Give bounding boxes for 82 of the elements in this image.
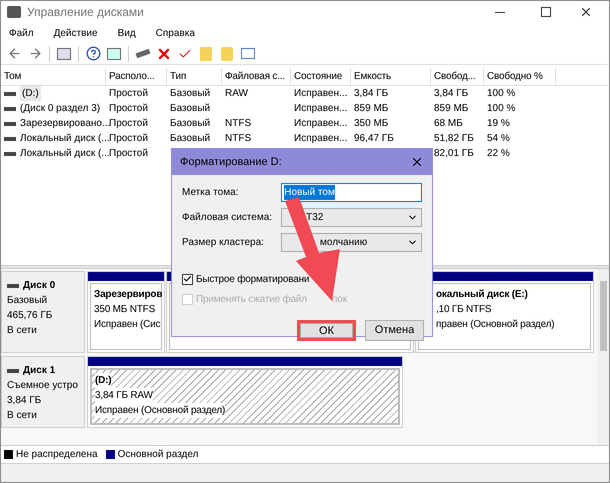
table-cell-text: Базовый bbox=[170, 102, 210, 116]
partition-text: Исправен (Сис bbox=[94, 318, 160, 332]
window-title: Управление дисками bbox=[27, 4, 144, 21]
disk-label-panel[interactable]: Диск 0 Базовый 465,76 ГБ В сети bbox=[1, 271, 85, 353]
table-cell-text: Зарезервировано... bbox=[20, 117, 110, 131]
partition-text: Исправен (Основной раздел) bbox=[95, 403, 226, 418]
table-cell-text: NTFS bbox=[225, 117, 252, 131]
partition-text: правен (Основной раздел) bbox=[436, 318, 554, 332]
table-cell-text: 100 % bbox=[487, 102, 516, 116]
dialog-title: Форматирование D: bbox=[180, 154, 283, 170]
partition-text: Зарезервиров bbox=[94, 288, 162, 302]
table-cell-text: Исправен... bbox=[294, 132, 348, 146]
table-cell-text: 859 МБ bbox=[354, 102, 388, 116]
table-cell-text: 859 МБ bbox=[434, 102, 468, 116]
column-header[interactable]: Емкость bbox=[351, 68, 431, 85]
menu-item[interactable]: Действие bbox=[50, 26, 102, 40]
partition-text: ,10 ГБ NTFS bbox=[436, 303, 492, 317]
disk-info: 465,76 ГБ bbox=[7, 309, 52, 323]
partition-text: 3,84 ГБ RAW bbox=[95, 388, 153, 403]
column-header[interactable]: Свободно % bbox=[484, 68, 556, 85]
disk-info: Съемное устро bbox=[7, 379, 78, 393]
table-cell-text: NTFS bbox=[225, 132, 252, 146]
table-cell-text: 3,84 ГБ bbox=[354, 87, 388, 101]
table-cell-text: Базовый bbox=[170, 87, 210, 101]
table-cell-text: Исправен... bbox=[294, 117, 348, 131]
column-header[interactable]: Состояние bbox=[291, 68, 351, 85]
disk-info: В сети bbox=[7, 324, 37, 338]
partition-block[interactable]: (D:) 3,84 ГБ RAW Исправен (Основной раздел) bbox=[87, 356, 403, 428]
legend-label: Не распределена bbox=[16, 448, 98, 462]
table-cell-text: 100 % bbox=[487, 87, 516, 101]
table-cell-text: 82,01 ГБ bbox=[434, 147, 474, 161]
menu-item[interactable]: Справка bbox=[152, 26, 199, 40]
table-cell-text: 68 МБ bbox=[434, 117, 463, 131]
menu-item[interactable]: Вид bbox=[114, 26, 140, 40]
column-header[interactable]: Располо... bbox=[106, 68, 167, 85]
table-cell-text: 350 МБ bbox=[354, 117, 388, 131]
table-cell-text: 22 % bbox=[487, 147, 510, 161]
disk-info: В сети bbox=[7, 409, 37, 423]
partition-text: 350 МБ NTFS bbox=[94, 303, 156, 317]
column-header[interactable]: Том bbox=[1, 68, 106, 85]
table-cell-text: Исправен... bbox=[294, 102, 348, 116]
table-cell-text: Базовый bbox=[170, 132, 210, 146]
table-cell-text: 54 % bbox=[487, 132, 510, 146]
partition-block[interactable]: окальный диск (E:) ,10 ГБ NTFS правен (Основной раздел) bbox=[415, 271, 594, 353]
partition-block[interactable]: Зарезервиров 350 МБ NTFS Исправен (Сис bbox=[87, 271, 165, 353]
table-cell-text: RAW bbox=[225, 87, 248, 101]
table-cell-text: 51,82 ГБ bbox=[434, 132, 474, 146]
disk-info: Базовый bbox=[7, 294, 48, 308]
menu-item[interactable]: Файл bbox=[5, 26, 38, 40]
checkbox-label: Применять сжатие файл bbox=[196, 292, 307, 306]
table-cell-text: (Диск 0 раздел 3) bbox=[20, 102, 100, 116]
disk-name: Диск 0 bbox=[23, 279, 56, 293]
checkbox-label: Быстрое форматировани bbox=[196, 272, 310, 286]
disk-info: 3,84 ГБ bbox=[7, 394, 42, 408]
table-cell-text: Локальный диск (... bbox=[20, 147, 110, 161]
field-label: Метка тома: bbox=[182, 186, 240, 200]
table-cell-text: Исправен... bbox=[294, 87, 348, 101]
field-label: Размер кластера: bbox=[182, 236, 265, 250]
table-cell-text: 96,47 ГБ bbox=[354, 132, 394, 146]
table-cell-text: Простой bbox=[109, 147, 148, 161]
table-cell-text: 19 % bbox=[487, 117, 510, 131]
column-header[interactable]: Свобод... bbox=[431, 68, 484, 85]
partition-text: окальный диск (E:) bbox=[436, 288, 528, 302]
input-field[interactable]: Новый том bbox=[281, 183, 422, 202]
table-cell: (D:) bbox=[20, 86, 41, 101]
table-cell-text: Простой bbox=[109, 102, 148, 116]
table-cell-text: Простой bbox=[109, 117, 148, 131]
disk-name: Диск 1 bbox=[23, 364, 56, 378]
dialog-button[interactable]: Отмена bbox=[365, 320, 424, 341]
table-cell-text: Простой bbox=[109, 132, 148, 146]
partition-text: (D:) bbox=[95, 373, 112, 388]
table-cell-text: Базовый bbox=[170, 117, 210, 131]
table-cell-text: 3,84 ГБ bbox=[434, 87, 468, 101]
table-cell-text: Локальный диск (... bbox=[20, 132, 110, 146]
disk-label-panel[interactable]: Диск 1 Съемное устро 3,84 ГБ В сети bbox=[1, 356, 85, 428]
table-cell-text: Простой bbox=[109, 87, 148, 101]
legend-label: Основной раздел bbox=[118, 448, 198, 462]
field-label: Файловая система: bbox=[182, 211, 274, 225]
checkbox-label: пок bbox=[332, 292, 348, 306]
dialog-button[interactable]: ОК bbox=[297, 320, 356, 341]
column-header[interactable]: Тип bbox=[167, 68, 222, 85]
column-header[interactable]: Файловая с... bbox=[222, 68, 291, 85]
